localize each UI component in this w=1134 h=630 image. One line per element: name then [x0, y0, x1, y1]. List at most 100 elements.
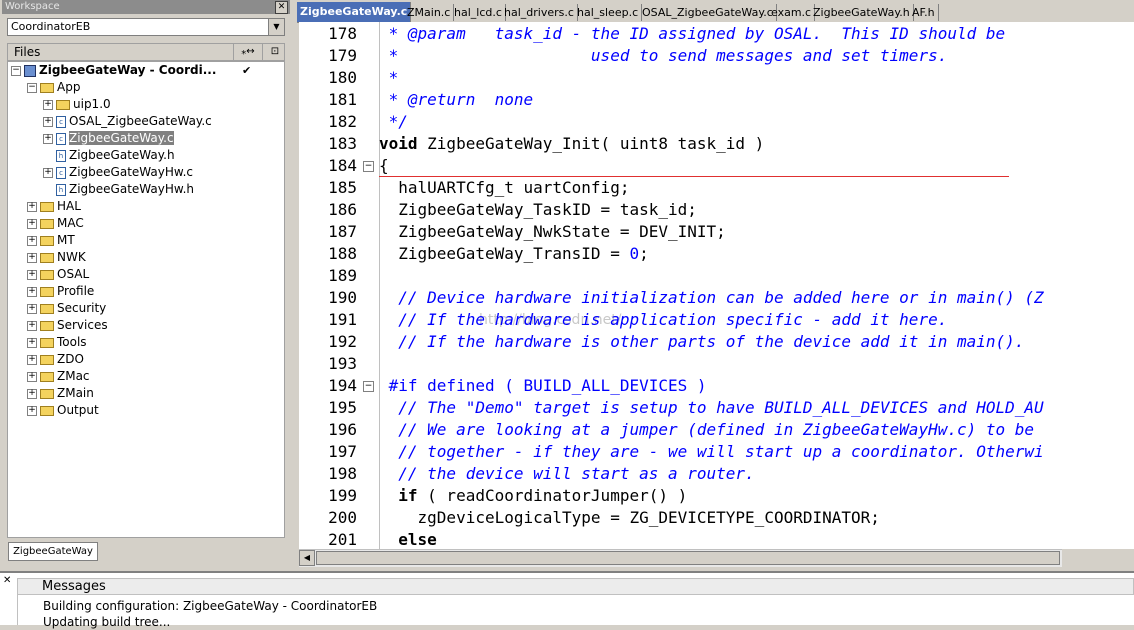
tree-folder[interactable]: − App	[27, 79, 80, 96]
editor-tab[interactable]: OSAL_ZigbeeGateWay.c	[639, 4, 777, 21]
expand-icon[interactable]: +	[43, 167, 53, 178]
check-icon: ✔	[242, 64, 252, 77]
tree-file[interactable]: + c ZigbeeGateWay.c	[43, 130, 284, 147]
file-icon: c	[56, 115, 66, 128]
code-area[interactable]: 178 179 180 181 182 183 184−185 186 187 188 189 190…	[299, 22, 1134, 549]
file-tree: − ZigbeeGateWay - Coordi... ✔ − App + uip1.0 + c…	[7, 61, 285, 538]
editor-tab[interactable]: exam.c	[768, 4, 816, 21]
tree-item-label: Tools	[57, 335, 87, 349]
tree-file[interactable]: h ZigbeeGateWay.h	[43, 147, 175, 164]
code-line: // If the hardware is other parts of the…	[379, 331, 1024, 353]
code-line: * @param task_id - the ID assigned by OS…	[379, 23, 1006, 45]
code-line: // If the hardware is application specif…	[379, 309, 947, 331]
folder-icon	[40, 82, 54, 93]
line-number: 181	[328, 90, 357, 109]
tree-folder[interactable]: + HAL	[27, 198, 81, 215]
collapse-icon[interactable]: −	[11, 65, 21, 76]
messages-divider	[17, 595, 18, 625]
scroll-left-icon[interactable]: ◀	[299, 550, 315, 566]
tree-file[interactable]: + c OSAL_ZigbeeGateWay.c	[43, 113, 212, 130]
code-token: ( readCoordinatorJumper() )	[417, 486, 688, 505]
files-header: Files ⁎↔ ⊡	[7, 43, 285, 61]
tree-file[interactable]: + c ZigbeeGateWayHw.c	[43, 164, 193, 181]
tree-folder[interactable]: + ZMac	[27, 368, 90, 385]
line-number: 189	[328, 266, 357, 285]
code-line: halUARTCfg_t uartConfig;	[379, 177, 629, 199]
folder-icon	[56, 99, 70, 110]
expand-icon[interactable]: +	[27, 235, 37, 246]
workspace-tab[interactable]: ZigbeeGateWay	[8, 542, 98, 561]
tree-folder[interactable]: + ZMain	[27, 385, 94, 402]
folder-icon	[40, 405, 54, 416]
fold-icon[interactable]: −	[363, 161, 374, 172]
code-token: else	[398, 530, 437, 549]
message-line: Building configuration: ZigbeeGateWay - …	[43, 599, 378, 613]
expand-icon[interactable]: +	[27, 320, 37, 331]
expand-icon[interactable]: +	[27, 388, 37, 399]
code-token: ZigbeeGateWay_TransID =	[379, 244, 630, 263]
chevron-down-icon[interactable]: ▼	[268, 19, 284, 35]
expand-icon[interactable]: +	[27, 252, 37, 263]
configuration-select[interactable]: CoordinatorEB ▼	[7, 18, 285, 36]
options-column-icon[interactable]: ⁎↔	[233, 44, 262, 60]
line-number: 198	[328, 464, 357, 483]
code-line: // The "Demo" target is setup to have BU…	[379, 397, 1043, 419]
tree-item-label: MAC	[57, 216, 84, 230]
tree-folder[interactable]: + Tools	[27, 334, 87, 351]
line-number: 193	[328, 354, 357, 373]
tree-item-label: ZigbeeGateWay - Coordi...	[39, 63, 217, 77]
line-number: 182	[328, 112, 357, 131]
editor-tab[interactable]: hal_sleep.c	[574, 4, 643, 21]
tree-folder[interactable]: + Security	[27, 300, 106, 317]
tree-file[interactable]: h ZigbeeGateWayHw.h	[43, 181, 194, 198]
expand-icon[interactable]: +	[43, 116, 53, 127]
code-line: * @return none	[379, 89, 534, 111]
expand-icon[interactable]: +	[27, 405, 37, 416]
editor-tab[interactable]: AF.h	[909, 4, 939, 21]
workspace-title-bar: Workspace ✕	[2, 0, 290, 14]
expand-icon[interactable]: +	[27, 371, 37, 382]
editor-tab[interactable]: ZMain.c	[404, 4, 455, 21]
tree-folder[interactable]: + MAC	[27, 215, 84, 232]
tree-folder[interactable]: + Profile	[27, 283, 94, 300]
expand-icon[interactable]: +	[27, 269, 37, 280]
editor-tab[interactable]: hal_drivers.c	[501, 4, 578, 21]
code-line: ZigbeeGateWay_TransID = 0;	[379, 243, 648, 265]
line-number: 200	[328, 508, 357, 527]
close-icon[interactable]: ✕	[275, 1, 288, 14]
tree-folder[interactable]: + Services	[27, 317, 108, 334]
expand-icon[interactable]: +	[43, 133, 53, 144]
tree-folder[interactable]: + ZDO	[27, 351, 84, 368]
editor-tab[interactable]: ZigbeeGateWay.h	[810, 4, 914, 21]
project-icon	[24, 64, 36, 77]
fold-icon[interactable]: −	[363, 381, 374, 392]
folder-icon	[40, 235, 54, 246]
code-line: *	[379, 67, 399, 89]
tree-folder[interactable]: + NWK	[27, 249, 86, 266]
tree-folder[interactable]: + Output	[27, 402, 99, 419]
code-token: // If the hardware is application specif…	[379, 310, 948, 329]
line-number: 191	[328, 310, 357, 329]
scrollbar-thumb[interactable]	[316, 551, 1060, 565]
editor-tab[interactable]: ZigbeeGateWay.c	[297, 2, 412, 22]
make-column-icon[interactable]: ⊡	[262, 44, 287, 60]
collapse-icon[interactable]: −	[27, 82, 37, 93]
tree-project[interactable]: − ZigbeeGateWay - Coordi... ✔	[11, 62, 251, 79]
editor-tab[interactable]: hal_lcd.c	[451, 4, 506, 21]
expand-icon[interactable]: +	[27, 337, 37, 348]
tree-folder[interactable]: + OSAL	[27, 266, 89, 283]
expand-icon[interactable]: +	[27, 201, 37, 212]
horizontal-scrollbar[interactable]: ◀	[299, 549, 1062, 567]
editor-panel: ZigbeeGateWay.c ZMain.c hal_lcd.c hal_drive…	[297, 0, 1134, 568]
tree-item-label: OSAL_ZigbeeGateWay.c	[69, 114, 212, 128]
expand-icon[interactable]: +	[27, 303, 37, 314]
expand-icon[interactable]: +	[27, 218, 37, 229]
line-number: 183	[328, 134, 357, 153]
close-icon[interactable]: ✕	[3, 575, 11, 586]
tree-folder[interactable]: + uip1.0	[43, 96, 111, 113]
expand-icon[interactable]: +	[27, 286, 37, 297]
tree-folder[interactable]: + MT	[27, 232, 75, 249]
expand-icon[interactable]: +	[27, 354, 37, 365]
expand-icon[interactable]: +	[43, 99, 53, 110]
